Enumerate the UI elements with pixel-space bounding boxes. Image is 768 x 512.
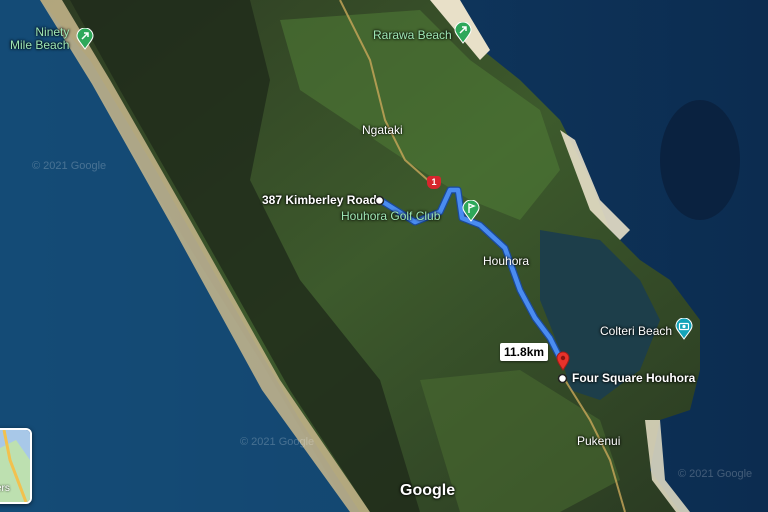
label-destination[interactable]: Four Square Houhora [572,372,695,385]
beach-pin-icon[interactable] [76,28,94,50]
label-colteri-beach[interactable]: Colteri Beach [600,325,672,338]
label-houhora-golf-club[interactable]: Houhora Golf Club [341,210,440,223]
label-ninety-mile-beach[interactable]: Ninety Mile Beach [10,26,69,52]
east-deep-water [660,100,740,220]
highway-shield: 1 [427,176,441,189]
label-rarawa-beach[interactable]: Rarawa Beach [373,29,452,42]
origin-dot-icon[interactable] [374,195,385,206]
beach-pin-icon[interactable] [454,22,472,44]
satellite-imagery [0,0,768,512]
map-view[interactable]: 1 Ninety Mile Beach Rarawa Beach Ngataki… [0,0,768,512]
destination-dot-icon[interactable] [557,373,568,384]
google-logo: Google [400,482,456,499]
copyright-watermark: © 2021 Google [240,436,315,448]
copyright-watermark: © 2021 Google [32,160,107,172]
copyright-watermark: © 2021 Google [678,468,753,480]
golf-pin-icon[interactable] [462,200,480,222]
label-pukenui[interactable]: Pukenui [577,435,620,448]
label-origin[interactable]: 387 Kimberley Road [262,194,377,207]
layers-label: ers [0,483,10,494]
route-distance-badge: 11.8km [500,343,549,361]
camera-pin-icon[interactable] [675,318,693,340]
label-ngataki[interactable]: Ngataki [362,124,403,137]
label-houhora[interactable]: Houhora [483,255,529,268]
red-destination-pin-icon[interactable] [556,351,570,371]
layers-toggle-button[interactable]: ers [0,428,32,504]
